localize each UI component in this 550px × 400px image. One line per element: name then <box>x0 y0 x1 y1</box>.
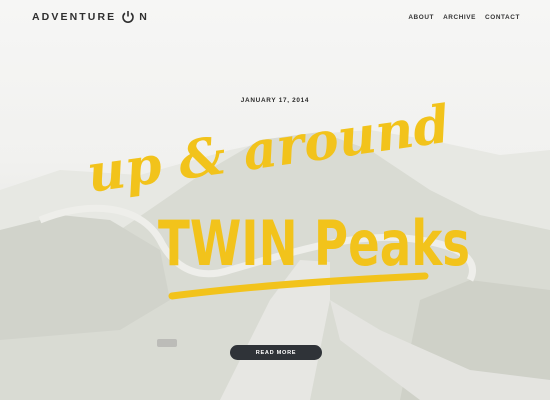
power-icon <box>121 10 135 24</box>
nav-link-about[interactable]: ABOUT <box>408 14 434 21</box>
site-header: ADVENTURE N ABOUT ARCHIVE CONTACT <box>0 0 550 40</box>
main-nav: ABOUT ARCHIVE CONTACT <box>408 14 520 21</box>
title-line-script: up & around <box>83 100 453 205</box>
logo-text-end: N <box>139 11 149 23</box>
read-more-button[interactable]: READ MORE <box>230 345 322 360</box>
post-title-lettering[interactable]: up & around TWIN Peaks <box>80 100 480 310</box>
logo-text: ADVENTURE <box>32 11 117 23</box>
nav-link-contact[interactable]: CONTACT <box>485 14 520 21</box>
title-line-caps: TWIN Peaks <box>158 207 470 280</box>
site-logo[interactable]: ADVENTURE N <box>32 10 149 24</box>
nav-link-archive[interactable]: ARCHIVE <box>443 14 476 21</box>
